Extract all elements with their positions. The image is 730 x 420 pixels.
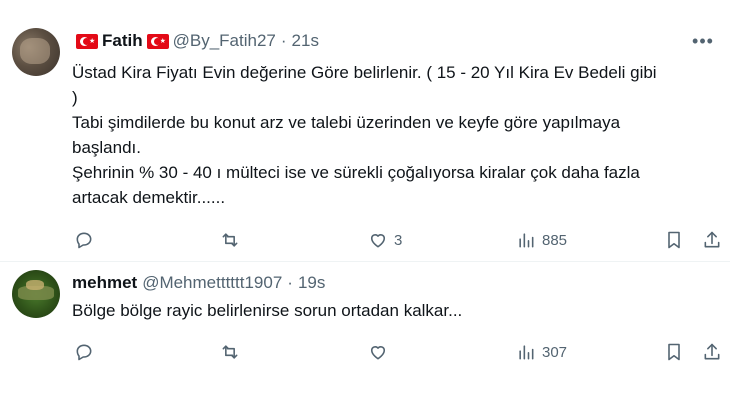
tweet-header: ★ Fatih ★ @By_Fatih27 · 21s	[72, 30, 319, 52]
retweet-icon	[222, 233, 238, 247]
bookmark-icon	[668, 343, 680, 361]
turkish-flag-icon: ★	[76, 33, 98, 49]
like-count: 3	[394, 231, 403, 249]
tweet-text-line: Şehrinin % 30 - 40 ı mülteci ise ve süre…	[72, 163, 640, 182]
like-button[interactable]: 3	[368, 228, 402, 252]
reply-button[interactable]	[74, 228, 94, 252]
avatar[interactable]	[12, 270, 60, 318]
share-button[interactable]	[702, 340, 722, 364]
views-button[interactable]: 307	[516, 340, 567, 364]
share-icon	[704, 343, 720, 360]
tweet-header: mehmet @Mehmetttttt1907 · 19s	[72, 272, 325, 294]
retweet-button[interactable]	[220, 228, 240, 252]
reply-icon	[76, 344, 92, 361]
tweet-text-line: Tabi şimdilerde bu konut arz ve talebi ü…	[72, 113, 621, 132]
view-count: 885	[542, 231, 568, 249]
tweet-text-line: artacak demektir......	[72, 188, 226, 207]
timestamp[interactable]: 19s	[298, 273, 325, 293]
retweet-button[interactable]	[220, 340, 240, 364]
like-button[interactable]	[368, 340, 388, 364]
tweet-text-line: başlandı.	[72, 138, 141, 157]
bookmark-button[interactable]	[664, 228, 684, 252]
turkish-flag-icon: ★	[146, 33, 169, 49]
action-bar: 307	[72, 340, 722, 364]
tweet-text-line: )	[72, 88, 78, 107]
display-name[interactable]: Fatih	[102, 31, 143, 51]
tweet-text: Üstad Kira Fiyatı Evin değerine Göre bel…	[72, 60, 722, 210]
tweet-card[interactable]: ★ Fatih ★ @By_Fatih27 · 21s ••• Üstad Ki…	[0, 0, 730, 262]
reply-button[interactable]	[74, 340, 94, 364]
tweet-card[interactable]: mehmet @Mehmetttttt1907 · 19s Bölge bölg…	[0, 262, 730, 420]
tweet-text-line: Üstad Kira Fiyatı Evin değerine Göre bel…	[72, 63, 657, 82]
views-icon	[519, 345, 534, 360]
reply-icon	[76, 232, 92, 249]
timestamp[interactable]: 21s	[292, 31, 319, 51]
retweet-icon	[222, 345, 238, 359]
separator-dot: ·	[287, 273, 293, 292]
views-icon	[519, 233, 534, 248]
avatar[interactable]	[12, 28, 60, 76]
action-bar: 3 885	[72, 228, 722, 252]
heart-icon	[370, 234, 386, 248]
heart-icon	[370, 346, 386, 360]
tweet-text: Bölge bölge rayic belirlenirse sorun ort…	[72, 298, 722, 323]
more-icon[interactable]: •••	[688, 30, 718, 52]
share-button[interactable]	[702, 228, 722, 252]
bookmark-button[interactable]	[664, 340, 684, 364]
user-handle[interactable]: @Mehmetttttt1907	[142, 273, 282, 293]
user-handle[interactable]: @By_Fatih27	[173, 31, 276, 51]
separator-dot: ·	[280, 31, 287, 50]
view-count: 307	[542, 343, 568, 361]
bookmark-icon	[668, 231, 680, 249]
tweet-text-line: Bölge bölge rayic belirlenirse sorun ort…	[72, 301, 463, 320]
views-button[interactable]: 885	[516, 228, 567, 252]
display-name[interactable]: mehmet	[72, 273, 137, 293]
share-icon	[704, 231, 720, 248]
